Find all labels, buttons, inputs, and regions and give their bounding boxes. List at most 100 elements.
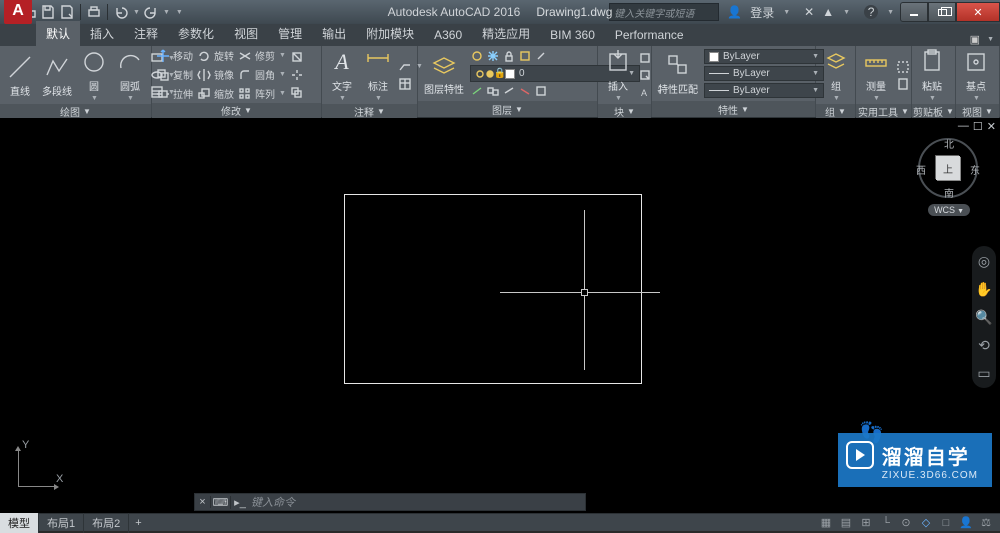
lineweight-combo[interactable]: ByLayer▼ bbox=[704, 66, 824, 81]
layout-tab-布局1[interactable]: 布局1 bbox=[39, 513, 84, 533]
window-close-button[interactable]: ✕ bbox=[956, 2, 1000, 22]
nav-pan-icon[interactable]: ✋ bbox=[975, 280, 993, 298]
group-button[interactable]: 组▼ bbox=[820, 48, 852, 102]
doc-minimize-button[interactable]: — bbox=[958, 120, 969, 133]
drawing-canvas[interactable]: — ☐ ✕ 上 北 南 西 东 WCS▼ ◎ ✋ 🔍 ⟲ ▭ Y X 👣 × ⌨… bbox=[0, 118, 1000, 513]
command-line[interactable]: × ⌨ ▸_ 键入命令 bbox=[194, 493, 586, 511]
doc-close-button[interactable]: ✕ bbox=[987, 120, 996, 133]
panel-clip-label[interactable]: 剪贴板▼ bbox=[912, 104, 955, 119]
layer-properties-button[interactable]: 图层特性 bbox=[422, 51, 466, 96]
tab-A360[interactable]: A360 bbox=[424, 24, 472, 46]
qat-customize-icon[interactable]: ▼ bbox=[176, 9, 183, 16]
search-input[interactable]: 键入关键字或短语 bbox=[609, 3, 719, 21]
select-icon[interactable] bbox=[896, 60, 910, 74]
layer-prev-icon[interactable] bbox=[502, 84, 516, 98]
line-button[interactable]: 直线 bbox=[4, 53, 36, 98]
match-properties-button[interactable]: 特性匹配 bbox=[656, 51, 700, 96]
tab-参数化[interactable]: 参数化 bbox=[168, 21, 224, 46]
window-restore-button[interactable] bbox=[928, 2, 956, 22]
layer-freeze-icon[interactable] bbox=[486, 49, 500, 63]
text-button[interactable]: A文字▼ bbox=[326, 48, 358, 102]
signin-label[interactable]: 登录 bbox=[750, 4, 774, 21]
layer-more-icon[interactable] bbox=[534, 49, 548, 63]
layer-off-icon[interactable] bbox=[470, 49, 484, 63]
layer-unisolate-icon[interactable] bbox=[518, 84, 532, 98]
stayconnected-icon[interactable]: ▲ bbox=[822, 5, 834, 19]
erase-icon[interactable] bbox=[290, 50, 304, 64]
panel-props-label[interactable]: 特性▼ bbox=[652, 101, 815, 117]
nav-showmotion-icon[interactable]: ▭ bbox=[975, 364, 993, 382]
mirror-button[interactable]: 镜像 bbox=[197, 67, 234, 82]
block-insert-button[interactable]: 插入▼ bbox=[602, 48, 634, 102]
status-grid-icon[interactable]: ▤ bbox=[838, 516, 854, 530]
status-osnap-icon[interactable]: □ bbox=[938, 516, 954, 530]
viewcube[interactable]: 上 北 南 西 东 bbox=[918, 138, 978, 198]
layer-isolate-icon[interactable] bbox=[518, 49, 532, 63]
signin-icon[interactable]: 👤 bbox=[727, 5, 742, 19]
quickcalc-icon[interactable] bbox=[896, 77, 910, 91]
panel-modify-label[interactable]: 修改▼ bbox=[152, 103, 321, 118]
dimension-button[interactable]: 标注▼ bbox=[362, 48, 394, 102]
panel-draw-label[interactable]: 绘图▼ bbox=[0, 104, 151, 119]
nav-orbit-icon[interactable]: ⟲ bbox=[975, 336, 993, 354]
trim-button[interactable]: 修剪▼ bbox=[238, 48, 286, 63]
panel-view-label[interactable]: 视图▼ bbox=[956, 104, 999, 119]
offset-icon[interactable] bbox=[290, 86, 304, 100]
tab-BIM 360[interactable]: BIM 360 bbox=[540, 24, 605, 46]
qat-saveas-icon[interactable] bbox=[59, 4, 75, 20]
fillet-button[interactable]: 圆角▼ bbox=[238, 67, 286, 82]
tab-默认[interactable]: 默认 bbox=[36, 21, 80, 46]
layer-makecurrent-icon[interactable] bbox=[470, 84, 484, 98]
layout-add-button[interactable]: + bbox=[129, 515, 147, 531]
tab-附加模块[interactable]: 附加模块 bbox=[356, 21, 424, 46]
layer-lock-icon[interactable] bbox=[502, 49, 516, 63]
copy-button[interactable]: 复制 bbox=[156, 67, 193, 82]
viewcube-top[interactable]: 上 bbox=[936, 156, 960, 180]
qat-plot-icon[interactable] bbox=[86, 4, 102, 20]
color-combo[interactable]: ByLayer▼ bbox=[704, 49, 824, 64]
panel-annot-label[interactable]: 注释▼ bbox=[322, 104, 417, 119]
arc-button[interactable]: 圆弧▼ bbox=[114, 48, 146, 102]
measure-button[interactable]: 测量▼ bbox=[860, 48, 892, 102]
layer-state-icon[interactable] bbox=[534, 84, 548, 98]
cmdline-close-icon[interactable]: × bbox=[195, 496, 211, 508]
layout-tab-模型[interactable]: 模型 bbox=[0, 513, 39, 533]
status-iso-icon[interactable]: ◇ bbox=[918, 516, 934, 530]
array-button[interactable]: 阵列▼ bbox=[238, 86, 286, 101]
layout-tab-布局2[interactable]: 布局2 bbox=[84, 513, 129, 533]
status-snap-icon[interactable]: ⊞ bbox=[858, 516, 874, 530]
status-ortho-icon[interactable]: └ bbox=[878, 516, 894, 530]
panel-utils-label[interactable]: 实用工具▼ bbox=[856, 104, 911, 119]
help-icon[interactable]: ? bbox=[864, 5, 878, 19]
status-anno-icon[interactable]: 👤 bbox=[958, 516, 974, 530]
tab-插入[interactable]: 插入 bbox=[80, 21, 124, 46]
status-polar-icon[interactable]: ⊙ bbox=[898, 516, 914, 530]
ribbon-expand-icon[interactable]: ▣ bbox=[970, 33, 980, 46]
move-button[interactable]: 移动 bbox=[156, 48, 193, 63]
stretch-button[interactable]: 拉伸 bbox=[156, 86, 193, 101]
rotate-button[interactable]: 旋转 bbox=[197, 48, 234, 63]
status-model-icon[interactable]: ▦ bbox=[818, 516, 834, 530]
tab-管理[interactable]: 管理 bbox=[268, 21, 312, 46]
panel-block-label[interactable]: 块▼ bbox=[598, 104, 651, 119]
polyline-button[interactable]: 多段线 bbox=[40, 53, 74, 98]
wcs-badge[interactable]: WCS▼ bbox=[928, 204, 970, 216]
tab-注释[interactable]: 注释 bbox=[124, 21, 168, 46]
nav-wheel-icon[interactable]: ◎ bbox=[975, 252, 993, 270]
paste-button[interactable]: 粘贴▼ bbox=[916, 48, 948, 102]
linetype-combo[interactable]: ByLayer▼ bbox=[704, 83, 824, 98]
tab-精选应用[interactable]: 精选应用 bbox=[472, 21, 540, 46]
explode-icon[interactable] bbox=[290, 68, 304, 82]
layer-match-icon[interactable] bbox=[486, 84, 500, 98]
nav-zoom-icon[interactable]: 🔍 bbox=[975, 308, 993, 326]
tab-输出[interactable]: 输出 bbox=[312, 21, 356, 46]
qat-save-icon[interactable] bbox=[40, 4, 56, 20]
status-scale-icon[interactable]: ⚖ bbox=[978, 516, 994, 530]
exchange-icon[interactable]: ✕ bbox=[804, 5, 814, 19]
undo-dropdown-icon[interactable]: ▼ bbox=[133, 9, 140, 16]
window-minimize-button[interactable] bbox=[900, 2, 928, 22]
cmdline-options-icon[interactable]: ⌨ bbox=[211, 496, 231, 509]
redo-dropdown-icon[interactable]: ▼ bbox=[163, 9, 170, 16]
qat-redo-icon[interactable] bbox=[143, 4, 159, 20]
circle-button[interactable]: 圆▼ bbox=[78, 48, 110, 102]
